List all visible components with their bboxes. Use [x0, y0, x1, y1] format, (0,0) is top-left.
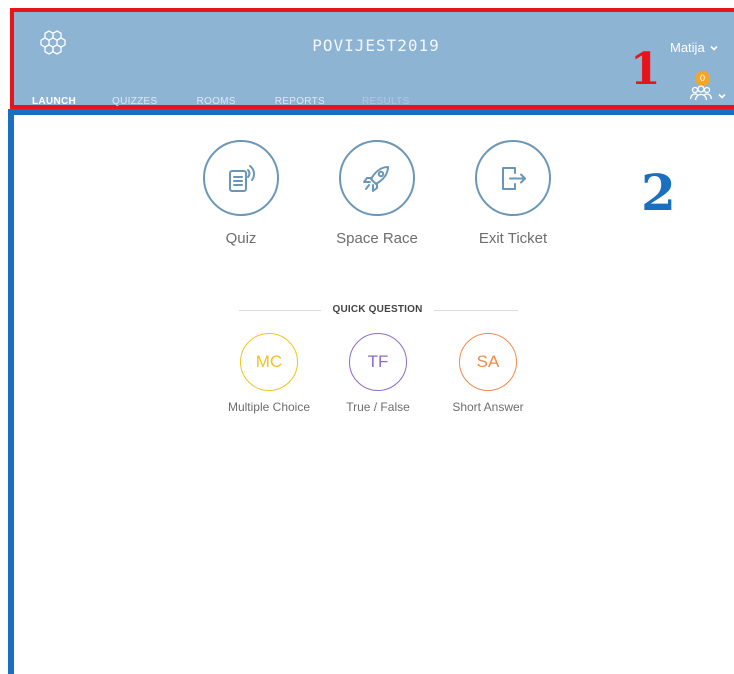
true-false-circle: TF — [349, 333, 407, 391]
launch-space-race-label: Space Race — [336, 230, 418, 247]
chevron-down-icon — [710, 45, 718, 51]
short-answer-circle: SA — [459, 333, 517, 391]
students-group-icon — [689, 85, 713, 101]
header-bar: POVIJEST2019 Matija 1 0 LAUNCH QUIZZES R… — [10, 8, 734, 109]
launch-quiz-circle — [203, 140, 279, 216]
launch-quiz-button[interactable]: Quiz — [171, 140, 311, 247]
chevron-down-icon — [718, 93, 726, 99]
annotation-number-2: 2 — [641, 163, 676, 222]
tab-launch[interactable]: LAUNCH — [32, 96, 76, 107]
launch-quiz-label: Quiz — [225, 230, 257, 247]
launch-space-race-circle — [339, 140, 415, 216]
app-title: POVIJEST2019 — [312, 36, 440, 55]
quick-question-short-answer-button[interactable]: SA Short Answer — [433, 333, 543, 414]
user-name: Matija — [670, 40, 705, 55]
exit-door-icon — [502, 167, 526, 190]
tab-rooms[interactable]: ROOMS — [196, 96, 235, 107]
page: POVIJEST2019 Matija 1 0 LAUNCH QUIZZES R… — [0, 0, 734, 674]
rocket-icon — [363, 166, 389, 192]
user-menu[interactable]: Matija — [670, 40, 719, 55]
short-answer-label: Short Answer — [452, 400, 524, 414]
main-tabs: LAUNCH QUIZZES ROOMS REPORTS RESULTS — [32, 96, 410, 107]
divider-line — [434, 310, 518, 311]
true-false-label: True / False — [346, 400, 410, 414]
tab-quizzes[interactable]: QUIZZES — [112, 96, 157, 107]
tab-reports[interactable]: REPORTS — [275, 96, 325, 107]
quick-question-multiple-choice-button[interactable]: MC Multiple Choice — [214, 333, 324, 414]
annotation-number-1: 1 — [630, 44, 661, 95]
divider-line — [239, 310, 321, 311]
quick-question-true-false-button[interactable]: TF True / False — [323, 333, 433, 414]
quiz-document-icon — [229, 165, 255, 192]
students-count-badge: 0 — [695, 71, 710, 86]
multiple-choice-circle: MC — [240, 333, 298, 391]
multiple-choice-label: Multiple Choice — [227, 400, 311, 414]
launch-exit-ticket-label: Exit Ticket — [478, 230, 548, 247]
launch-exit-ticket-button[interactable]: Exit Ticket — [443, 140, 583, 247]
students-menu[interactable]: 0 — [689, 70, 734, 106]
launch-exit-ticket-circle — [475, 140, 551, 216]
quick-question-heading: QUICK QUESTION — [332, 304, 423, 315]
launch-space-race-button[interactable]: Space Race — [307, 140, 447, 247]
tab-results: RESULTS — [362, 96, 410, 107]
